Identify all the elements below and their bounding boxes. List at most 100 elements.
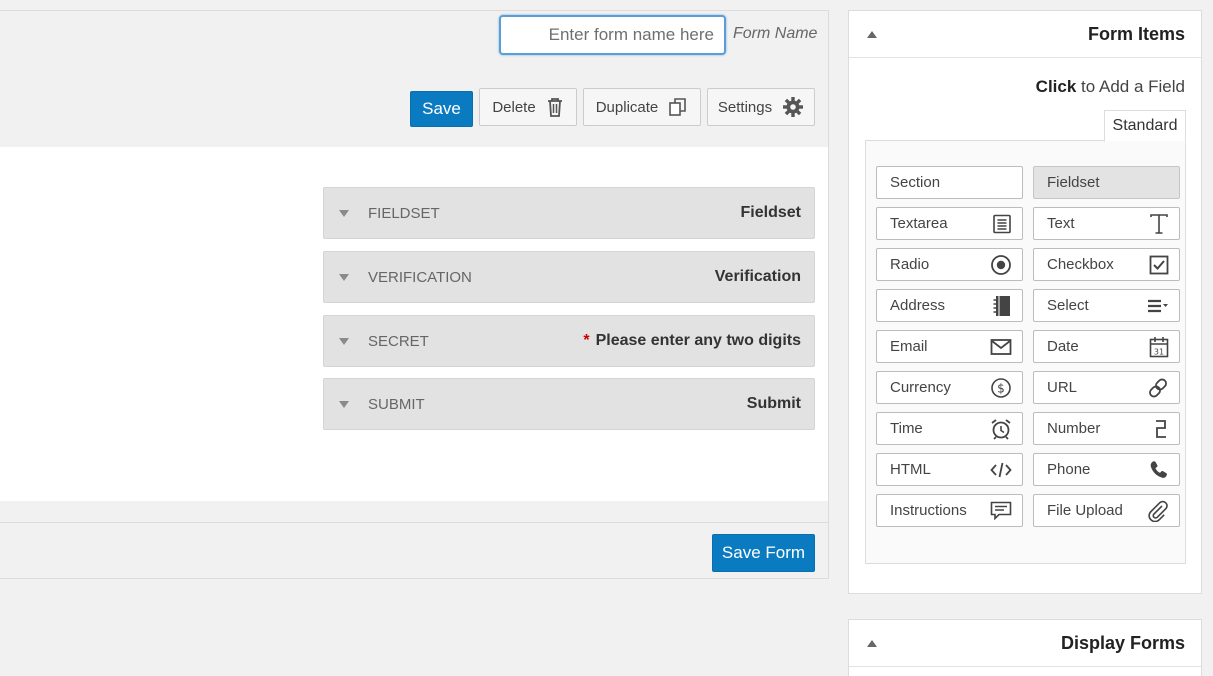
item-label: Phone [1047, 461, 1091, 478]
address-book-icon [992, 295, 1012, 317]
field-row-verification[interactable]: VERIFICATION Verification [323, 251, 815, 303]
gear-icon [782, 96, 804, 118]
add-currency-button[interactable]: Currency $ [876, 371, 1023, 404]
item-label: Section [890, 174, 941, 191]
alarm-clock-icon [990, 418, 1012, 440]
item-label: Number [1047, 420, 1101, 437]
svg-text:31: 31 [1154, 347, 1164, 356]
click-hint-rest: to Add a Field [1076, 77, 1185, 96]
item-label: Radio [890, 256, 930, 273]
copy-icon [668, 97, 688, 117]
link-icon [1147, 377, 1169, 399]
add-textarea-button[interactable]: Textarea [876, 207, 1023, 240]
item-label: Select [1047, 297, 1089, 314]
display-forms-box: Display Forms [848, 619, 1202, 676]
textarea-icon [992, 214, 1012, 234]
collapse-toggle-icon[interactable] [867, 639, 877, 647]
form-items-box: Form Items Click to Add a Field Standard… [848, 10, 1202, 594]
add-number-button[interactable]: Number [1033, 412, 1180, 445]
delete-button[interactable]: Delete [479, 88, 577, 126]
field-type: FIELDSET [368, 204, 440, 222]
item-label: Checkbox [1047, 256, 1114, 273]
add-phone-button[interactable]: Phone [1033, 453, 1180, 486]
item-label: Date [1047, 338, 1079, 355]
form-name-input[interactable] [499, 15, 726, 55]
collapse-caret-icon[interactable] [339, 273, 349, 281]
item-label: Address [890, 297, 946, 314]
item-label: Time [890, 420, 923, 437]
tab-standard[interactable]: Standard [1104, 110, 1186, 142]
add-select-button[interactable]: Select [1033, 289, 1180, 322]
form-items-header[interactable]: Form Items [849, 11, 1201, 58]
calendar-icon: 31 [1149, 336, 1169, 358]
add-instructions-button[interactable]: Instructions [876, 494, 1023, 527]
collapse-caret-icon[interactable] [339, 209, 349, 217]
duplicate-button[interactable]: Duplicate [583, 88, 701, 126]
field-row-secret[interactable]: SECRET * Please enter any two digits [323, 315, 815, 367]
field-row-submit[interactable]: SUBMIT Submit [323, 378, 815, 430]
field-label-text: Please enter any two digits [595, 332, 801, 349]
form-name-label: Form Name [733, 25, 818, 42]
dollar-icon: $ [990, 377, 1012, 399]
field-type: SECRET [368, 332, 429, 350]
field-label: Verification [714, 268, 801, 285]
collapse-caret-icon[interactable] [339, 337, 349, 345]
duplicate-button-label: Duplicate [595, 98, 659, 116]
field-type: SUBMIT [368, 395, 425, 413]
collapse-toggle-icon[interactable] [867, 30, 877, 38]
checkbox-icon [1149, 255, 1169, 275]
paperclip-icon [1147, 500, 1169, 522]
required-marker: * [583, 332, 590, 349]
form-canvas: FIELDSET Fieldset VERIFICATION Verificat… [0, 147, 828, 501]
item-label: Instructions [890, 502, 967, 519]
add-date-button[interactable]: Date 31 [1033, 330, 1180, 363]
field-label: Submit [746, 395, 801, 412]
radio-icon [990, 254, 1012, 276]
field-label: Fieldset [740, 204, 801, 221]
svg-text:$: $ [997, 381, 1005, 395]
item-label: Textarea [890, 215, 948, 232]
code-icon [990, 461, 1012, 479]
phone-icon [1149, 460, 1169, 480]
save-form-button[interactable]: Save Form [712, 534, 815, 572]
item-label: Fieldset [1047, 174, 1100, 191]
settings-button-label: Settings [717, 98, 773, 116]
form-items-title: Form Items [1087, 23, 1185, 44]
item-label: HTML [890, 461, 931, 478]
add-time-button[interactable]: Time [876, 412, 1023, 445]
comment-icon [990, 501, 1012, 521]
field-label: * Please enter any two digits [583, 332, 801, 350]
add-html-button[interactable]: HTML [876, 453, 1023, 486]
add-file-upload-button[interactable]: File Upload [1033, 494, 1180, 527]
trash-icon [546, 97, 564, 117]
settings-button[interactable]: Settings [707, 88, 815, 126]
item-label: File Upload [1047, 502, 1123, 519]
envelope-icon [990, 338, 1012, 356]
add-text-button[interactable]: Text [1033, 207, 1180, 240]
display-forms-title: Display Forms [1060, 632, 1185, 653]
footer-divider [0, 522, 828, 523]
select-icon [1147, 297, 1169, 315]
item-label: Email [890, 338, 928, 355]
field-row-fieldset[interactable]: FIELDSET Fieldset [323, 187, 815, 239]
item-label: Currency [890, 379, 951, 396]
add-email-button[interactable]: Email [876, 330, 1023, 363]
display-forms-header[interactable]: Display Forms [849, 620, 1201, 667]
item-label: Text [1047, 215, 1075, 232]
field-type: VERIFICATION [368, 268, 472, 286]
item-label: URL [1047, 379, 1078, 396]
add-fieldset-button[interactable]: Fieldset [1033, 166, 1180, 199]
add-url-button[interactable]: URL [1033, 371, 1180, 404]
form-editor-panel: Form Name Save Delete Duplicate Settings… [0, 10, 829, 579]
click-hint: Click to Add a Field [1036, 77, 1185, 97]
delete-button-label: Delete [492, 98, 536, 116]
save-button[interactable]: Save [410, 91, 473, 127]
text-icon [1149, 213, 1169, 235]
number-icon [1153, 418, 1169, 440]
add-section-button[interactable]: Section [876, 166, 1023, 199]
click-hint-bold: Click [1035, 77, 1077, 96]
add-checkbox-button[interactable]: Checkbox [1033, 248, 1180, 281]
add-radio-button[interactable]: Radio [876, 248, 1023, 281]
add-address-button[interactable]: Address [876, 289, 1023, 322]
collapse-caret-icon[interactable] [339, 400, 349, 408]
